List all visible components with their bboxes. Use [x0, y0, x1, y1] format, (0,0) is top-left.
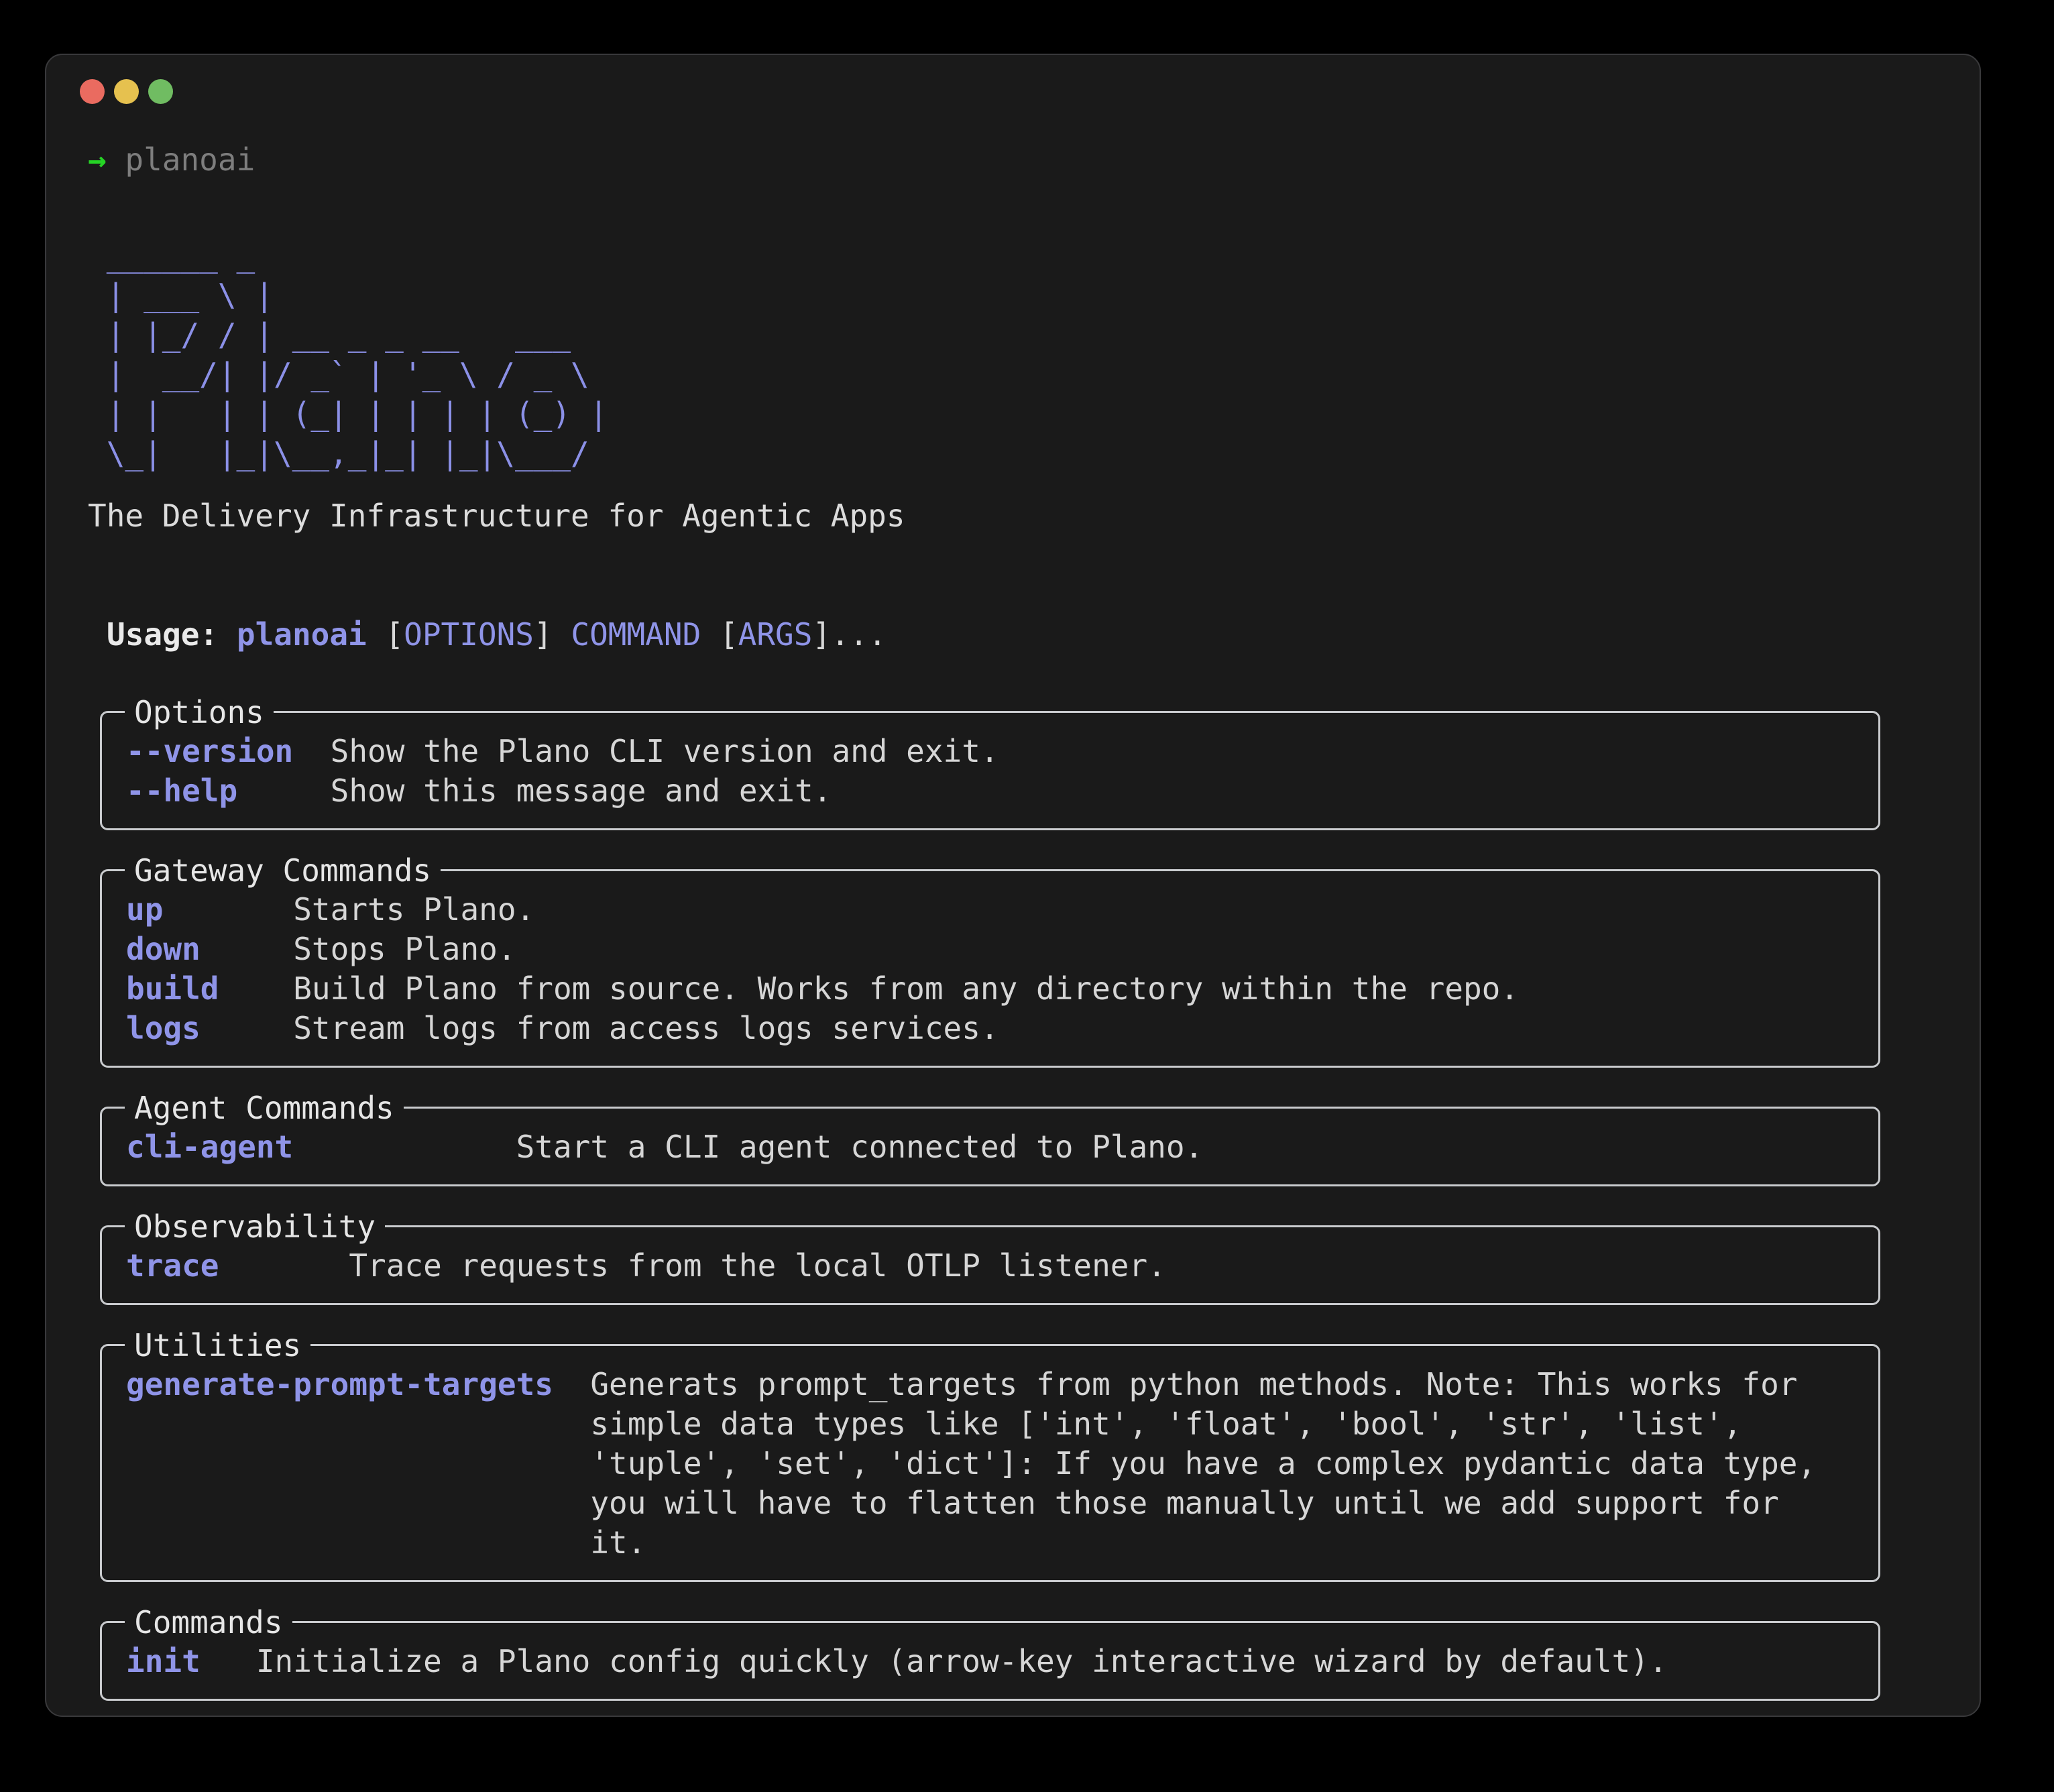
window-titlebar: [80, 79, 1941, 104]
panel-options: Options --version Show the Plano CLI ver…: [100, 711, 1880, 830]
panel-title: Utilities: [125, 1326, 310, 1365]
option-description: Show the Plano CLI version and exit.: [331, 732, 999, 771]
usage-command-token: COMMAND: [571, 616, 701, 653]
minimize-button[interactable]: [114, 79, 139, 104]
command-name: build: [126, 969, 293, 1009]
command-row: build Build Plano from source. Works fro…: [126, 969, 1878, 1009]
usage-line: Usage: planoai [OPTIONS] COMMAND [ARGS].…: [88, 615, 1941, 655]
panel-title: Commands: [125, 1603, 292, 1642]
prompt-spacer: [107, 142, 125, 178]
terminal-content: → planoai ______ _ | ___ \ | | |_/ / | _…: [88, 140, 1941, 1701]
panel-title: Observability: [125, 1207, 385, 1247]
prompt-arrow-icon: →: [88, 142, 107, 178]
panel-utilities: Utilities generate-prompt-targets Genera…: [100, 1344, 1880, 1582]
usage-label: Usage:: [107, 616, 237, 653]
command-row: cli-agent Start a CLI agent connected to…: [126, 1127, 1878, 1167]
command-row: logs Stream logs from access logs servic…: [126, 1009, 1878, 1048]
command-row: init Initialize a Plano config quickly (…: [126, 1642, 1878, 1681]
command-description: Stream logs from access logs services.: [293, 1009, 999, 1048]
command-name: up: [126, 890, 293, 930]
panel-title: Agent Commands: [125, 1088, 404, 1128]
command-name: trace: [126, 1246, 349, 1286]
terminal-window: → planoai ______ _ | ___ \ | | |_/ / | _…: [45, 54, 1981, 1717]
command-description: Trace requests from the local OTLP liste…: [349, 1246, 1166, 1286]
close-button[interactable]: [80, 79, 105, 104]
command-row: --version Show the Plano CLI version and…: [126, 732, 1878, 771]
command-name: logs: [126, 1009, 293, 1048]
panel-agent-commands: Agent Commands cli-agent Start a CLI age…: [100, 1107, 1880, 1186]
panel-observability: Observability trace Trace requests from …: [100, 1225, 1880, 1305]
usage-bracket: [: [701, 616, 738, 653]
tagline: The Delivery Infrastructure for Agentic …: [88, 496, 1941, 536]
zoom-button[interactable]: [148, 79, 173, 104]
panel-title: Gateway Commands: [125, 851, 441, 891]
panel-commands: Commands init Initialize a Plano config …: [100, 1621, 1880, 1701]
option-name: --help: [126, 771, 331, 811]
panel-gateway-commands: Gateway Commands up Starts Plano. down S…: [100, 869, 1880, 1068]
usage-bracket: [: [367, 616, 404, 653]
typed-command: planoai: [125, 142, 255, 178]
ascii-logo: ______ _ | ___ \ | | |_/ / | __ _ _ __ _…: [88, 236, 1941, 473]
command-row: up Starts Plano.: [126, 890, 1878, 930]
command-description: Stops Plano.: [293, 930, 516, 969]
usage-args-token: ARGS: [738, 616, 813, 653]
option-name: --version: [126, 732, 331, 771]
command-row: down Stops Plano.: [126, 930, 1878, 969]
panel-title: Options: [125, 693, 274, 732]
command-row: generate-prompt-targets Generats prompt_…: [126, 1365, 1878, 1563]
usage-options-token: OPTIONS: [404, 616, 534, 653]
usage-program: planoai: [237, 616, 367, 653]
command-name: cli-agent: [126, 1127, 516, 1167]
prompt-line: → planoai: [88, 140, 1941, 180]
command-row: --help Show this message and exit.: [126, 771, 1878, 811]
command-row: trace Trace requests from the local OTLP…: [126, 1246, 1878, 1286]
command-description: Start a CLI agent connected to Plano.: [516, 1127, 1204, 1167]
command-name: down: [126, 930, 293, 969]
command-description: Build Plano from source. Works from any …: [293, 969, 1519, 1009]
option-description: Show this message and exit.: [331, 771, 832, 811]
command-description: Starts Plano.: [293, 890, 534, 930]
usage-bracket: ]: [534, 616, 571, 653]
usage-ellipsis: ]...: [812, 616, 887, 653]
command-name: generate-prompt-targets: [126, 1365, 590, 1404]
command-description: Initialize a Plano config quickly (arrow…: [256, 1642, 1668, 1681]
command-description: Generats prompt_targets from python meth…: [590, 1365, 1816, 1563]
command-name: init: [126, 1642, 256, 1681]
